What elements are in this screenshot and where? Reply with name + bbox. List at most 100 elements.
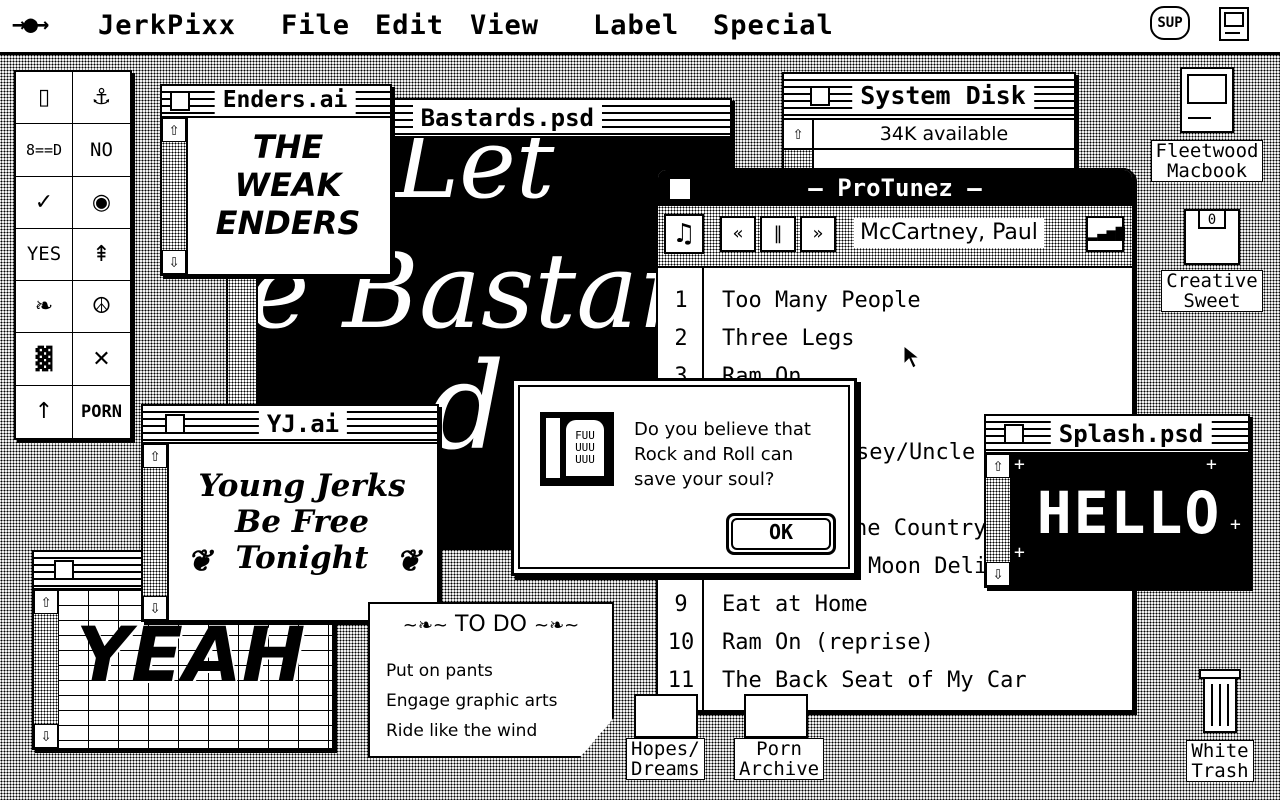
menu-file[interactable]: File: [281, 10, 350, 42]
apple-menu-icon[interactable]: →●→: [12, 8, 49, 40]
alert-dialog[interactable]: FUU UUU UUU Do you believe that Rock and…: [511, 378, 857, 576]
pause-icon[interactable]: ‖: [760, 216, 796, 252]
computer-icon[interactable]: [1218, 6, 1250, 42]
protunez-controls: ♫ « ‖ » McCartney, Paul ▂▄▆█: [658, 206, 1132, 268]
desktop-icon-creative-sweet[interactable]: 0 Creative Sweet: [1152, 208, 1272, 312]
artist-name: McCartney, Paul: [854, 218, 1044, 248]
splash-close-box[interactable]: [1004, 424, 1024, 444]
menu-special[interactable]: Special: [713, 10, 834, 42]
label-line: Sweet: [1183, 290, 1241, 312]
anchor-icon[interactable]: ⚓: [73, 72, 130, 125]
tool-yes[interactable]: YES: [16, 228, 73, 282]
leaf-icon[interactable]: ❧: [16, 281, 73, 334]
computer-icon: [1180, 67, 1234, 133]
dialog-alert-icon: FUU UUU UUU: [540, 412, 614, 486]
yj-title: YJ.ai: [258, 409, 348, 439]
yeah-close-box[interactable]: [54, 560, 74, 580]
signal-icon[interactable]: ▂▄▆█: [1086, 216, 1125, 252]
track-number: 10: [667, 630, 695, 655]
eye-icon[interactable]: ◉: [73, 177, 130, 229]
desktop-icon-fleetwood-macbook[interactable]: Fleetwood Macbook: [1144, 66, 1270, 182]
todo-note[interactable]: ~❧~ TO DO ~❧~ Put on pants Engage graphi…: [368, 602, 614, 758]
scroll-up-arrow-icon[interactable]: ⇧: [784, 120, 814, 148]
tool-palette: ▯ ⚓ 8==D NO ✓ ◉ YES ⇞ ❧ ☮ ▓ ✕ ↑ PORN: [14, 70, 132, 440]
desktop-icon-white-trash[interactable]: White Trash: [1180, 666, 1260, 782]
todo-item[interactable]: Ride like the wind: [386, 716, 558, 746]
tool-no[interactable]: NO: [73, 124, 130, 177]
track-name: Too Many People: [722, 288, 921, 313]
menu-label[interactable]: Label: [593, 10, 679, 42]
dialog-icon-text: FUU UUU UUU: [566, 420, 604, 476]
sparkle-icon: +: [1014, 454, 1025, 475]
folder-icon: [634, 694, 698, 738]
splash-scrollbar[interactable]: ⇧ ⇩: [986, 454, 1012, 586]
flourish-icon: ❦: [187, 544, 213, 579]
protunez-titlebar[interactable]: – ProTunez –: [658, 170, 1132, 206]
enders-scrollbar[interactable]: ⇧ ⇩: [162, 118, 188, 274]
splash-title: Splash.psd: [1050, 419, 1212, 449]
yj-window[interactable]: YJ.ai ⇧ ⇩ Young Jerks Be Free Tonight ❦ …: [141, 404, 439, 622]
cylinder-icon[interactable]: ▯: [16, 72, 73, 125]
system-disk-titlebar[interactable]: System Disk: [784, 74, 1074, 120]
system-disk-title: System Disk: [852, 81, 1034, 111]
track-row[interactable]: 2 Three Legs: [658, 320, 1132, 358]
track-name: Moon Deli: [868, 554, 988, 579]
fast-forward-icon[interactable]: »: [800, 216, 836, 252]
menu-edit[interactable]: Edit: [375, 10, 444, 42]
dialog-message: Do you believe that Rock and Roll can sa…: [634, 417, 811, 492]
todo-item[interactable]: Engage graphic arts: [386, 686, 558, 716]
tool-8d[interactable]: 8==D: [16, 124, 73, 177]
scroll-down-arrow-icon[interactable]: ⇩: [34, 724, 58, 748]
scroll-up-arrow-icon[interactable]: ⇧: [162, 118, 186, 142]
flourish-icon: ~❧~: [402, 615, 448, 636]
track-row[interactable]: 11 The Back Seat of My Car: [658, 662, 1132, 700]
splash-window[interactable]: Splash.psd ⇧ ⇩ HELLO + + + +: [984, 414, 1250, 588]
enders-window[interactable]: Enders.ai ⇧ ⇩ THE WEAK ENDERS: [160, 84, 392, 276]
mouse-cursor-icon: [903, 344, 921, 369]
track-number: 9: [674, 592, 688, 617]
splash-artwork: HELLO + + + +: [1010, 454, 1248, 586]
brick-icon[interactable]: ▓: [16, 333, 73, 386]
checkmark-icon[interactable]: ✓: [16, 176, 73, 229]
track-number: 1: [674, 288, 688, 313]
x-icon[interactable]: ✕: [73, 333, 130, 386]
scroll-down-arrow-icon[interactable]: ⇩: [986, 562, 1010, 586]
bastards-art-line3: d: [428, 338, 505, 477]
menu-jerkpixx[interactable]: JerkPixx: [98, 10, 236, 42]
label-line: White: [1191, 740, 1249, 762]
rewind-icon[interactable]: «: [720, 216, 756, 252]
todo-header: ~❧~ TO DO ~❧~: [370, 612, 612, 639]
track-row[interactable]: 9 Eat at Home: [658, 586, 1132, 624]
track-row[interactable]: 1 Too Many People: [658, 282, 1132, 320]
yj-scrollbar[interactable]: ⇧ ⇩: [143, 444, 169, 620]
yj-titlebar[interactable]: YJ.ai: [143, 406, 437, 444]
track-number: 2: [674, 326, 688, 351]
todo-item[interactable]: Put on pants: [386, 656, 558, 686]
system-disk-close-box[interactable]: [810, 86, 830, 106]
sup-icon[interactable]: SUP: [1150, 6, 1190, 40]
scroll-down-arrow-icon[interactable]: ⇩: [143, 596, 167, 620]
music-note-icon[interactable]: ♫: [664, 214, 704, 254]
peace-icon[interactable]: ☮: [73, 281, 130, 334]
ok-button-label: OK: [731, 518, 831, 550]
ok-button[interactable]: OK: [726, 513, 836, 555]
scroll-up-arrow-icon[interactable]: ⇧: [143, 444, 167, 468]
splash-titlebar[interactable]: Splash.psd: [986, 416, 1248, 454]
enders-titlebar[interactable]: Enders.ai: [162, 86, 390, 118]
scroll-up-arrow-icon[interactable]: ⇧: [34, 590, 58, 614]
yj-close-box[interactable]: [165, 414, 185, 434]
tree-icon[interactable]: ⇞: [73, 229, 130, 282]
sparkle-icon: +: [1206, 454, 1217, 475]
enders-close-box[interactable]: [170, 91, 190, 111]
scroll-up-arrow-icon[interactable]: ⇧: [986, 454, 1010, 478]
yeah-scrollbar[interactable]: ⇧ ⇩: [34, 590, 60, 748]
tool-8d-label: 8==D: [25, 140, 63, 159]
dialog-message-line: save your soul?: [634, 469, 775, 490]
tool-porn[interactable]: PORN: [73, 386, 130, 438]
arrow-icon[interactable]: ↑: [16, 385, 73, 438]
floppy-label: 0: [1208, 212, 1216, 228]
track-row[interactable]: 10 Ram On (reprise): [658, 624, 1132, 662]
menu-view[interactable]: View: [470, 10, 539, 42]
desktop-icon-label: Porn Archive: [734, 738, 825, 780]
scroll-down-arrow-icon[interactable]: ⇩: [162, 250, 186, 274]
